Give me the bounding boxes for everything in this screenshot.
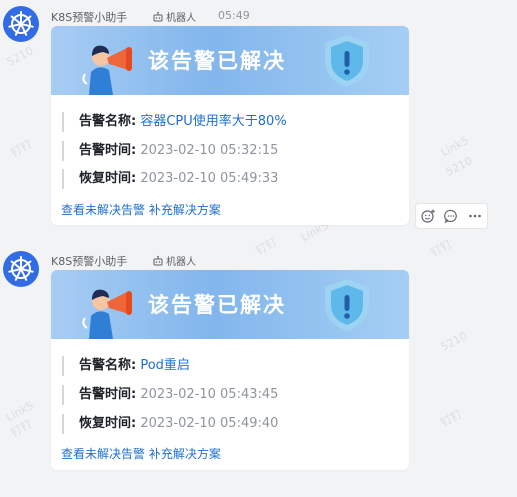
more-button[interactable] [465,206,485,226]
megaphone-person-icon [82,45,132,95]
row-label: 告警名称: [79,114,137,129]
card-links: 查看未解决告警 补充解决方案 [61,445,221,462]
alert-time-value: 2023-02-10 05:32:15 [140,143,279,158]
recover-time-row: 恢复时间: 2023-02-10 05:49:40 [62,414,278,434]
bot-tag-label: 机器人 [166,257,196,268]
watermark: 钉钉 [428,237,454,260]
comment-button[interactable] [441,206,461,226]
message-actions [415,203,488,229]
add-solution-link[interactable]: 补充解决方案 [149,203,221,217]
watermark: 5210 [438,329,470,354]
row-label: 恢复时间: [79,416,137,431]
kubernetes-icon [8,256,34,281]
watermark: 钉钉 [253,235,279,258]
kubernetes-icon [8,11,34,36]
watermark: Link5 [3,398,36,425]
shield-alert-icon [325,35,369,87]
add-solution-link[interactable]: 补充解决方案 [149,447,221,461]
card-links: 查看未解决告警 补充解决方案 [61,201,221,218]
alert-time-row: 告警时间: 2023-02-10 05:43:45 [62,385,278,405]
watermark: 钉钉 [8,417,34,440]
avatar[interactable] [3,251,39,287]
alert-name-value[interactable]: Pod重启 [140,358,190,373]
watermark: 5210 [4,44,36,69]
row-label: 告警时间: [79,387,137,402]
comment-icon [444,209,458,224]
avatar[interactable] [3,6,39,42]
bot-tag-label: 机器人 [166,13,196,24]
banner-title: 该告警已解决 [148,49,286,73]
sender-name[interactable]: K8S预警小助手 [51,253,127,269]
alert-time-value: 2023-02-10 05:43:45 [140,387,279,402]
watermark: 钉钉 [8,137,34,160]
alert-name-row: 告警名称: Pod重启 [62,356,190,376]
banner-title: 该告警已解决 [148,293,286,317]
view-unresolved-link[interactable]: 查看未解决告警 [61,447,145,461]
alert-name-row: 告警名称: 容器CPU使用率大于80% [62,112,287,132]
alert-card: 该告警已解决 告警名称: 容器CPU使用率大于80% 告警时间: 2023-02… [51,26,409,225]
alert-banner: 该告警已解决 [51,270,409,339]
emoji-button[interactable] [418,206,438,226]
recover-time-value: 2023-02-10 05:49:33 [140,171,279,186]
row-label: 告警名称: [79,358,137,373]
alert-card: 该告警已解决 告警名称: Pod重启 告警时间: 2023-02-10 05:4… [51,270,409,470]
robot-icon [153,255,163,265]
sender-name[interactable]: K8S预警小助手 [51,9,127,25]
alert-banner: 该告警已解决 [51,26,409,95]
more-icon [469,214,481,218]
watermark: 5210 [443,154,475,179]
message-time: 05:49 [218,9,250,22]
view-unresolved-link[interactable]: 查看未解决告警 [61,203,145,217]
bot-tag: 机器人 [152,9,196,24]
bot-tag: 机器人 [152,253,196,268]
watermark: Link5 [438,133,471,160]
alert-time-row: 告警时间: 2023-02-10 05:32:15 [62,141,278,161]
megaphone-person-icon [82,289,132,339]
watermark: 钉钉 [438,407,464,430]
recover-time-row: 恢复时间: 2023-02-10 05:49:33 [62,169,278,189]
alert-name-value[interactable]: 容器CPU使用率大于80% [140,114,286,129]
recover-time-value: 2023-02-10 05:49:40 [140,416,279,431]
row-label: 告警时间: [79,143,137,158]
robot-icon [153,11,163,21]
emoji-icon [421,209,435,223]
row-label: 恢复时间: [79,171,137,186]
shield-alert-icon [325,279,369,331]
